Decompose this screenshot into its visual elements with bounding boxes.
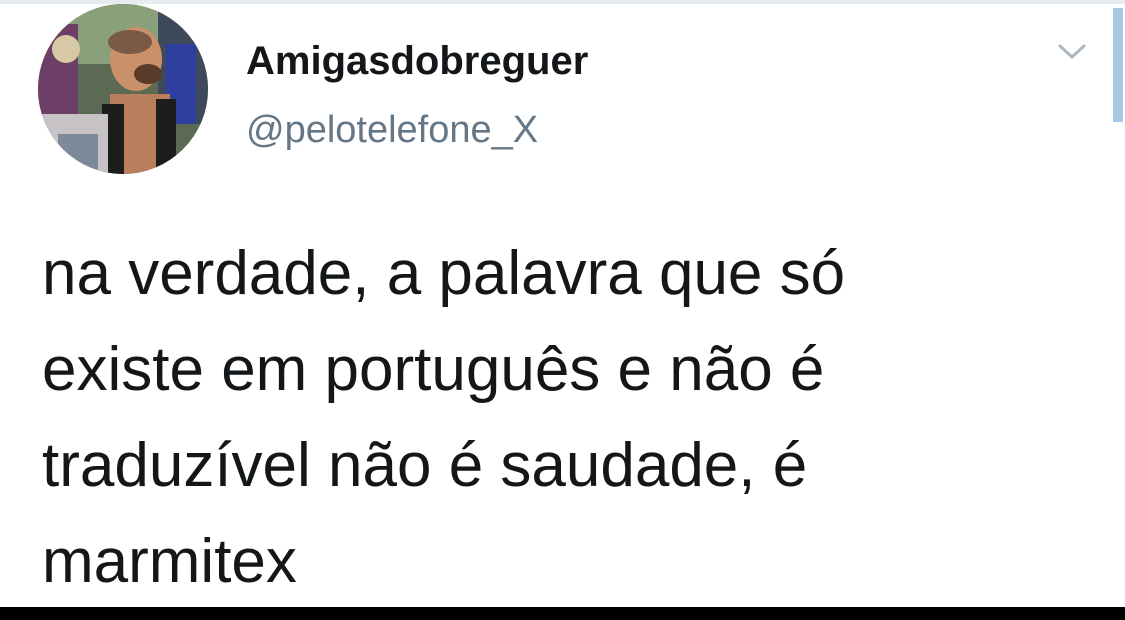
display-name[interactable]: Amigasdobreguer [246, 38, 588, 84]
tweet-card: Amigasdobreguer @pelotelefone_X na verda… [0, 4, 1125, 607]
scrollbar[interactable] [1113, 8, 1123, 122]
tweet-text-line: na verdade, a palavra que só [42, 239, 846, 308]
tweet-text-line: marmitex [42, 527, 297, 596]
avatar-photo [38, 4, 208, 174]
avatar[interactable] [38, 4, 208, 174]
chevron-down-icon [1058, 44, 1086, 59]
tweet-text: na verdade, a palavra que só existe em p… [42, 226, 1082, 610]
tweet-text-line: existe em português e não é [42, 335, 825, 404]
user-handle[interactable]: @pelotelefone_X [246, 108, 538, 152]
tweet-menu-button[interactable] [1050, 32, 1094, 72]
bottom-edge [0, 607, 1125, 620]
tweet-text-line: traduzível não é saudade, é [42, 431, 808, 500]
